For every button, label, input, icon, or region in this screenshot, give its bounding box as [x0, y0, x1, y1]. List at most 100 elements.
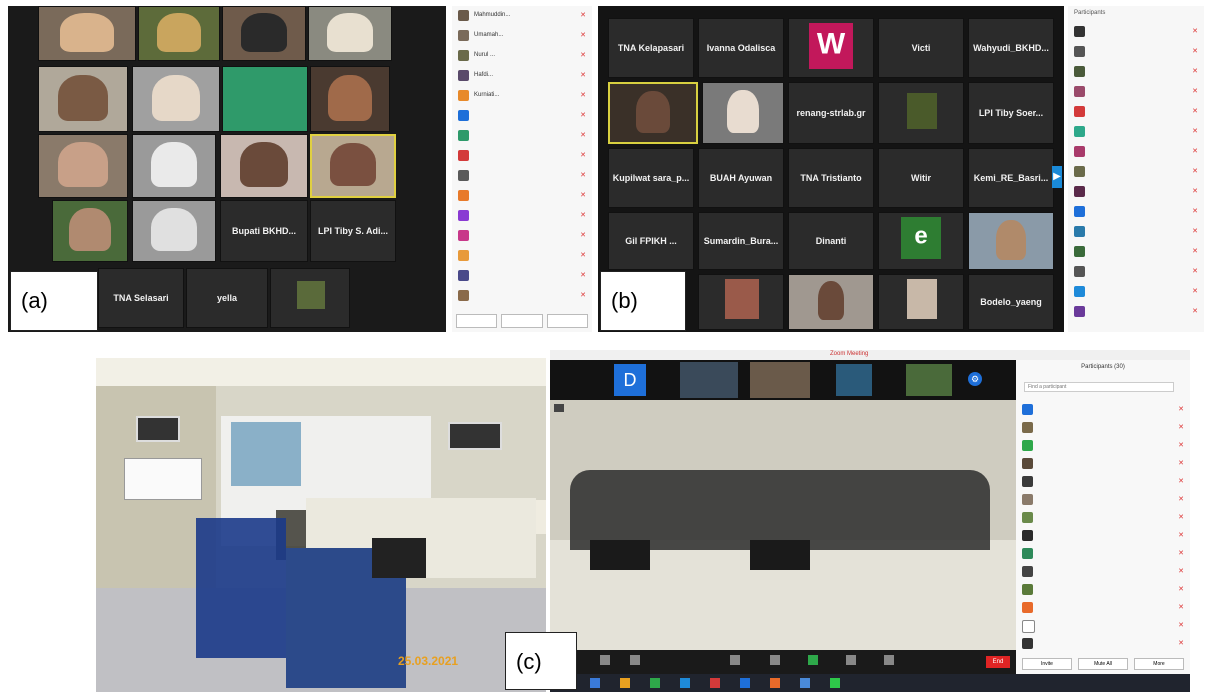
video-tile[interactable] [138, 6, 220, 61]
video-tile[interactable] [222, 66, 308, 132]
mic-muted-icon[interactable]: ✕ [580, 31, 586, 39]
video-icon[interactable] [630, 655, 640, 665]
mic-muted-icon[interactable]: ✕ [1178, 585, 1184, 593]
mic-icon[interactable] [600, 655, 610, 665]
video-tile-name-only[interactable]: Witir [878, 148, 964, 208]
video-tile[interactable] [680, 362, 738, 398]
video-tile-active-speaker[interactable] [608, 82, 698, 144]
invite-button[interactable] [456, 314, 498, 328]
mic-muted-icon[interactable]: ✕ [1192, 127, 1198, 135]
video-tile[interactable] [906, 364, 952, 396]
video-tile[interactable] [310, 66, 390, 132]
video-tile[interactable] [308, 6, 392, 61]
mic-muted-icon[interactable]: ✕ [1192, 67, 1198, 75]
mic-muted-icon[interactable]: ✕ [580, 11, 586, 19]
mic-muted-icon[interactable]: ✕ [1178, 639, 1184, 647]
participants-icon[interactable] [770, 655, 780, 665]
mic-muted-icon[interactable]: ✕ [580, 191, 586, 199]
mic-muted-icon[interactable]: ✕ [1192, 27, 1198, 35]
mic-muted-icon[interactable]: ✕ [1192, 307, 1198, 315]
video-tile-name-only[interactable]: Dinanti [788, 212, 874, 270]
security-icon[interactable] [730, 655, 740, 665]
app-icon[interactable] [710, 678, 720, 688]
end-meeting-button[interactable]: End [986, 656, 1010, 668]
mic-muted-icon[interactable]: ✕ [580, 51, 586, 59]
record-icon[interactable] [884, 655, 894, 665]
mute-all-button[interactable]: Mute All [1078, 658, 1128, 670]
mic-muted-icon[interactable]: ✕ [1178, 423, 1184, 431]
mic-muted-icon[interactable]: ✕ [1178, 441, 1184, 449]
mic-muted-icon[interactable]: ✕ [1192, 187, 1198, 195]
video-tile[interactable] [220, 134, 308, 198]
video-tile-avatar[interactable]: e [878, 212, 964, 270]
video-tile[interactable] [38, 6, 136, 61]
share-screen-icon[interactable] [808, 655, 818, 665]
word-icon[interactable] [740, 678, 750, 688]
video-tile-name-only[interactable]: Bodelo_yaeng [968, 274, 1054, 330]
mic-muted-icon[interactable]: ✕ [580, 151, 586, 159]
video-tile-name-only[interactable]: Kemi_RE_Basri... [968, 148, 1054, 208]
video-tile-active-speaker[interactable] [310, 134, 396, 198]
mic-muted-icon[interactable]: ✕ [1178, 549, 1184, 557]
video-tile-name-only[interactable]: TNA Kelapasari [608, 18, 694, 78]
video-tile-name-only[interactable]: Victi [878, 18, 964, 78]
mic-muted-icon[interactable]: ✕ [1192, 247, 1198, 255]
video-tile[interactable] [878, 274, 964, 330]
video-tile[interactable] [222, 6, 306, 61]
video-tile-name-only[interactable]: Ivanna Odalisca [698, 18, 784, 78]
video-tile[interactable] [38, 66, 128, 132]
video-tile-name-only[interactable]: LPI Tiby S. Adi... [310, 200, 396, 262]
mic-muted-icon[interactable]: ✕ [580, 231, 586, 239]
mic-muted-icon[interactable]: ✕ [580, 271, 586, 279]
video-tile-name-only[interactable]: LPI Tiby Soer... [968, 82, 1054, 144]
whatsapp-icon[interactable] [830, 678, 840, 688]
video-tile-name-only[interactable]: renang-strlab.gr [788, 82, 874, 144]
video-tile[interactable] [132, 200, 216, 262]
video-tile[interactable] [750, 362, 810, 398]
next-page-arrow-icon[interactable]: ▶ [1052, 166, 1062, 188]
video-tile-name-only[interactable]: TNA Selasari [98, 268, 184, 328]
mic-muted-icon[interactable]: ✕ [1192, 107, 1198, 115]
mic-muted-icon[interactable]: ✕ [580, 251, 586, 259]
mic-muted-icon[interactable]: ✕ [1192, 207, 1198, 215]
zoom-icon[interactable] [800, 678, 810, 688]
mic-muted-icon[interactable]: ✕ [1192, 287, 1198, 295]
mic-muted-icon[interactable]: ✕ [1178, 603, 1184, 611]
mic-muted-icon[interactable]: ✕ [580, 71, 586, 79]
mic-muted-icon[interactable]: ✕ [1178, 477, 1184, 485]
view-toggle-icon[interactable] [554, 404, 564, 412]
mic-muted-icon[interactable]: ✕ [1192, 167, 1198, 175]
invite-button[interactable]: Invite [1022, 658, 1072, 670]
mic-muted-icon[interactable]: ✕ [580, 211, 586, 219]
video-tile-name-only[interactable]: Kupilwat sara_p... [608, 148, 694, 208]
mic-muted-icon[interactable]: ✕ [1192, 227, 1198, 235]
windows-start-icon[interactable] [590, 678, 600, 688]
video-tile[interactable] [52, 200, 128, 262]
mic-muted-icon[interactable]: ✕ [580, 171, 586, 179]
video-tile[interactable] [698, 274, 784, 330]
mic-muted-icon[interactable]: ✕ [1178, 405, 1184, 413]
video-tile-name-only[interactable]: TNA Tristianto [788, 148, 874, 208]
video-tile[interactable] [878, 82, 964, 144]
video-tile-name-only[interactable]: Bupati BKHD... [220, 200, 308, 262]
mic-muted-icon[interactable]: ✕ [1192, 47, 1198, 55]
mic-muted-icon[interactable]: ✕ [580, 91, 586, 99]
video-tile-name-only[interactable]: yella [186, 268, 268, 328]
gear-icon[interactable]: ⚙ [968, 372, 982, 386]
video-tile-name-only[interactable]: Gil FPIKH ... [608, 212, 694, 270]
mic-muted-icon[interactable]: ✕ [1178, 567, 1184, 575]
search-input[interactable] [1024, 382, 1174, 392]
video-tile-name-only[interactable]: BUAH Ayuwan [698, 148, 784, 208]
video-tile-avatar[interactable]: W [788, 18, 874, 78]
powerpoint-icon[interactable] [770, 678, 780, 688]
video-tile[interactable] [132, 66, 220, 132]
chat-icon[interactable] [846, 655, 856, 665]
video-tile[interactable] [132, 134, 216, 198]
mic-muted-icon[interactable]: ✕ [580, 111, 586, 119]
video-tile-name-only[interactable]: Sumardin_Bura... [698, 212, 784, 270]
mic-muted-icon[interactable]: ✕ [1178, 621, 1184, 629]
avatar-d[interactable]: D [614, 364, 646, 396]
video-tile[interactable] [836, 364, 872, 396]
video-tile[interactable] [788, 274, 874, 330]
mute-all-button[interactable] [501, 314, 543, 328]
